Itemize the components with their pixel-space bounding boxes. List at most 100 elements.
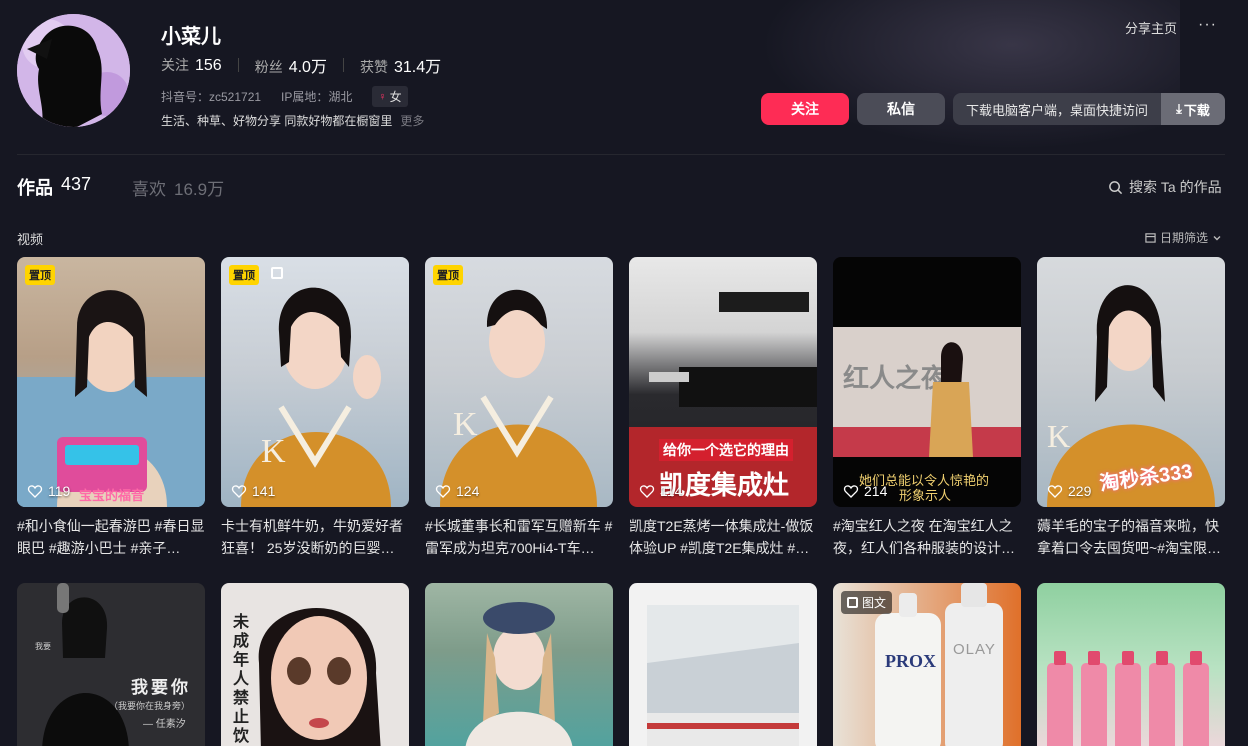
share-profile-link[interactable]: 分享主页	[1125, 18, 1177, 37]
video-overlay-credit: — 任素汐	[143, 719, 186, 730]
video-likes: 229	[1047, 483, 1091, 499]
calendar-icon	[1145, 233, 1156, 243]
video-likes-count: 119	[48, 483, 71, 499]
pinned-badge: 置顶	[25, 265, 55, 285]
search-icon	[1109, 180, 1123, 194]
video-likes-count: 114	[660, 483, 683, 499]
video-card[interactable]	[629, 583, 817, 746]
video-card[interactable]: PROX OLAY 图文	[833, 583, 1021, 746]
tab-likes[interactable]: 喜欢 16.9万	[132, 175, 224, 200]
video-card[interactable]: 未成年人禁止饮	[221, 583, 409, 746]
download-button[interactable]: ⤓ 下载	[1161, 93, 1225, 125]
likes-label: 获赞	[359, 59, 388, 75]
header-divider	[17, 154, 1225, 155]
video-overlay-subtext: （我要你在我身旁）	[109, 701, 191, 711]
date-filter-dropdown[interactable]: 日期筛选	[1145, 229, 1222, 246]
heart-icon	[27, 485, 43, 498]
video-thumbnail[interactable]: 宝宝的福音 置顶 119	[17, 257, 205, 507]
svg-text:K: K	[261, 433, 286, 470]
tab-works[interactable]: 作品 437	[17, 174, 91, 200]
stat-divider	[237, 58, 239, 72]
video-thumbnail[interactable]	[425, 583, 613, 746]
video-thumbnail[interactable]: 给你一个选它的理由 凯度集成灶 114	[629, 257, 817, 507]
video-thumbnail[interactable]: 未成年人禁止饮	[221, 583, 409, 746]
more-options-icon[interactable]: ···	[1198, 16, 1217, 34]
following-label: 关注	[161, 57, 189, 73]
followers-count: 4.0万	[288, 59, 327, 76]
followers-stat[interactable]: 粉丝 4.0万	[255, 53, 327, 77]
download-label: 下载	[1183, 102, 1210, 118]
video-card[interactable]: K 置顶 141 卡士有机鲜牛奶，牛奶爱好者狂喜！ 25岁没断奶的巨婴…	[221, 257, 409, 559]
video-overlay-side: 我要	[35, 642, 51, 651]
video-overlay-text: 未成年人禁止饮	[233, 614, 250, 745]
svg-text:红人之夜: 红人之夜	[843, 363, 948, 393]
header-background-glow	[760, 0, 1180, 150]
video-thumbnail[interactable]: K 置顶 141	[221, 257, 409, 507]
video-card[interactable]: 给你一个选它的理由 凯度集成灶 114 凯度T2E蒸烤一体集成灶-做饭体验UP …	[629, 257, 817, 559]
video-card[interactable]: 我要 我要你 （我要你在我身旁） — 任素汐	[17, 583, 205, 746]
svg-text:K: K	[453, 406, 478, 443]
download-client-text[interactable]: 下载电脑客户端，桌面快捷访问	[953, 93, 1161, 125]
image-post-badge: 图文	[841, 591, 893, 614]
image-post-icon	[847, 597, 858, 608]
gender-text: 女	[389, 90, 402, 104]
video-thumbnail[interactable]	[1037, 583, 1225, 746]
pinned-badge: 置顶	[433, 265, 463, 285]
profile-bio: 生活、种草、好物分享 同款好物都在橱窗里 更多	[161, 112, 424, 129]
video-likes-count: 124	[456, 483, 480, 499]
video-overlay-text: 我要你	[131, 678, 191, 698]
profile-meta: 抖音号：zc521721 IP属地：湖北 ♀ 女	[161, 86, 408, 107]
follow-button[interactable]: 关注	[761, 93, 849, 125]
video-caption[interactable]: 卡士有机鲜牛奶，牛奶爱好者狂喜！ 25岁没断奶的巨婴…	[221, 515, 409, 559]
search-works-label: 搜索 Ta 的作品	[1129, 179, 1222, 195]
video-likes-count: 229	[1068, 483, 1092, 499]
video-caption[interactable]: 凯度T2E蒸烤一体集成灶-做饭体验UP #凯度T2E集成灶 #…	[629, 515, 817, 559]
following-count: 156	[195, 57, 222, 74]
profile-name: 小菜儿	[161, 26, 221, 48]
profile-stats: 关注 156 粉丝 4.0万 获赞 31.4万	[161, 53, 441, 77]
gender-badge: ♀ 女	[372, 86, 408, 107]
video-thumbnail[interactable]: K 置顶 124	[425, 257, 613, 507]
heart-icon	[639, 485, 655, 498]
video-thumbnail[interactable]: PROX OLAY 图文	[833, 583, 1021, 746]
video-caption[interactable]: #和小食仙一起春游巴 #春日显眼巴 #趣游小巴士 #亲子…	[17, 515, 205, 559]
product-brand-olay: OLAY	[953, 641, 996, 658]
message-button[interactable]: 私信	[857, 93, 945, 125]
image-post-label: 图文	[862, 596, 887, 610]
video-caption[interactable]: #淘宝红人之夜 在淘宝红人之夜，红人们各种服装的设计…	[833, 515, 1021, 559]
video-caption[interactable]: 薅羊毛的宝子的福音来啦，快拿着口令去囤货吧~#淘宝限…	[1037, 515, 1225, 559]
video-likes: 141	[231, 483, 275, 499]
video-likes: 119	[27, 483, 70, 499]
video-overlay-text: 宝宝的福音	[79, 488, 145, 503]
female-icon: ♀	[378, 90, 387, 103]
video-caption[interactable]: #长城董事长和雷军互赠新车 #雷军成为坦克700Hi4-T车…	[425, 515, 613, 559]
video-card[interactable]: K 淘秒杀333 229 薅羊毛的宝子的福音来啦，快拿着口令去囤货吧~#淘宝限…	[1037, 257, 1225, 559]
date-filter-label: 日期筛选	[1160, 231, 1209, 245]
heart-icon	[231, 485, 247, 498]
video-card[interactable]: 红人之夜 她们总能以令人惊艳的 形象示人 214 #淘宝红人之夜 在淘宝红人之夜…	[833, 257, 1021, 559]
video-card[interactable]	[425, 583, 613, 746]
video-card[interactable]: 宝宝的福音 置顶 119 #和小食仙一起春游巴 #春日显眼巴 #趣游小巴士 #亲…	[17, 257, 205, 559]
video-likes-count: 141	[252, 483, 276, 499]
likes-count: 31.4万	[393, 59, 442, 76]
download-icon: ⤓	[1176, 101, 1182, 116]
tab-works-count: 437	[61, 174, 92, 194]
avatar[interactable]	[17, 14, 130, 127]
bio-text: 生活、种草、好物分享 同款好物都在橱窗里	[161, 114, 393, 128]
following-stat[interactable]: 关注 156	[161, 55, 222, 75]
search-works-button[interactable]: 搜索 Ta 的作品	[1108, 177, 1222, 197]
video-card[interactable]: K 置顶 124 #长城董事长和雷军互赠新车 #雷军成为坦克700Hi4-T车…	[425, 257, 613, 559]
bio-more-link[interactable]: 更多	[400, 114, 424, 128]
video-thumbnail[interactable]: 我要 我要你 （我要你在我身旁） — 任素汐	[17, 583, 205, 746]
video-overlay-subtext: 形象示人	[899, 488, 952, 503]
section-label-videos: 视频	[17, 232, 44, 247]
video-thumbnail[interactable]: 红人之夜 她们总能以令人惊艳的 形象示人 214	[833, 257, 1021, 507]
video-card[interactable]	[1037, 583, 1225, 746]
video-thumbnail[interactable]	[629, 583, 817, 746]
video-thumbnail[interactable]: K 淘秒杀333 229	[1037, 257, 1225, 507]
video-likes-count: 214	[864, 483, 888, 499]
download-client-bar: 下载电脑客户端，桌面快捷访问 ⤓ 下载	[953, 93, 1225, 125]
product-brand-prox: PROX	[885, 651, 936, 671]
likes-stat: 获赞 31.4万	[360, 53, 441, 77]
video-likes: 214	[843, 483, 887, 499]
